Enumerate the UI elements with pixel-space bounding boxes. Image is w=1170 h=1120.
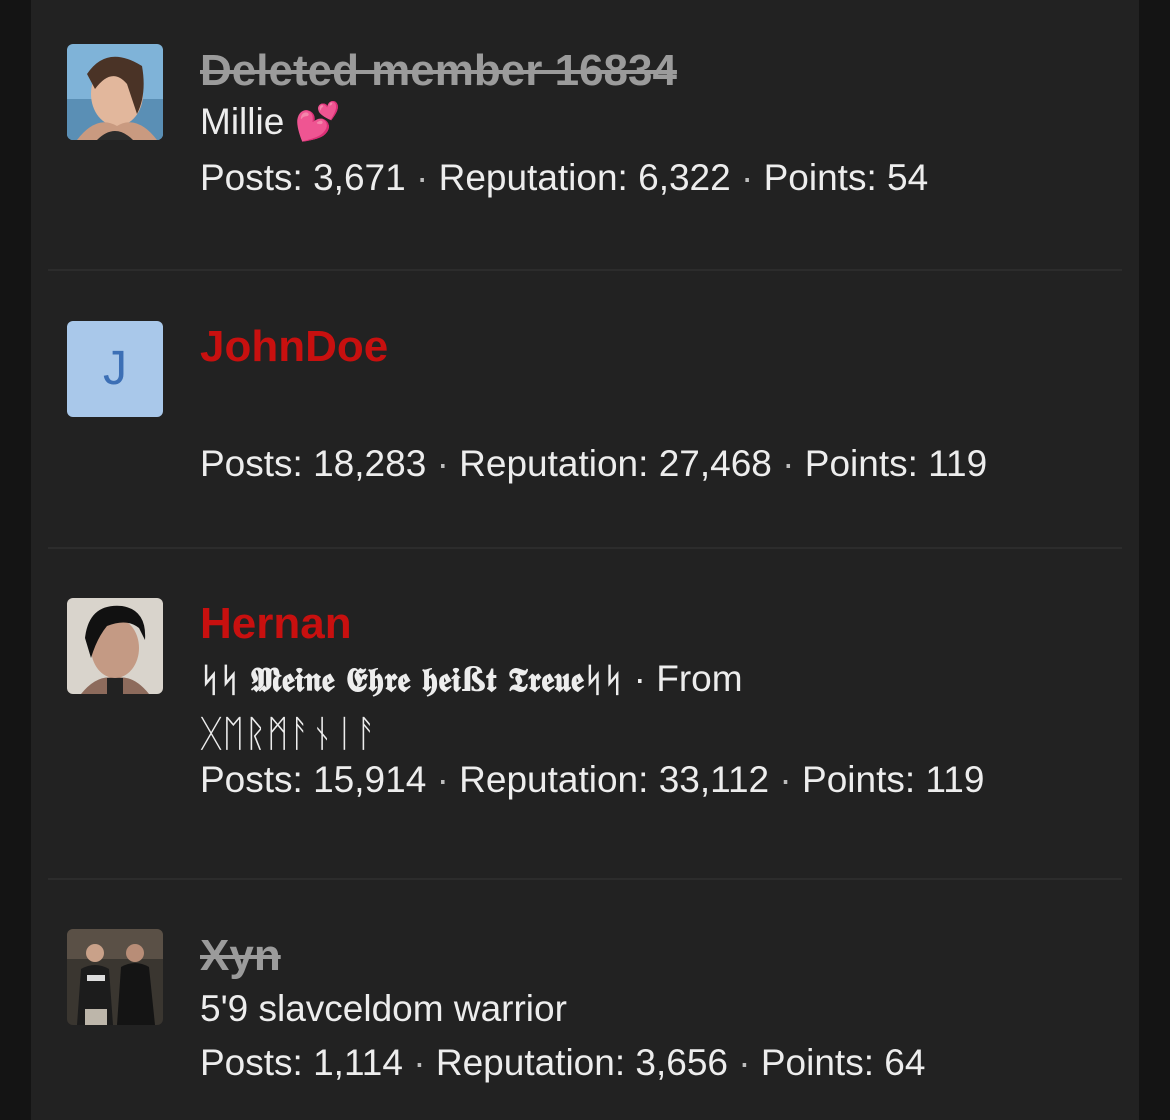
reputation-count: 27,468: [658, 443, 772, 484]
reputation-label: Reputation:: [459, 443, 649, 484]
member-title-from: · From: [623, 658, 743, 699]
avatar-photo-woman: [67, 44, 163, 140]
reputation-count: 6,322: [638, 157, 731, 198]
separator: ·: [436, 759, 449, 800]
avatar[interactable]: [67, 44, 163, 140]
posts-label: Posts:: [200, 157, 303, 198]
member-title: Millie 💕: [200, 101, 341, 142]
member-name[interactable]: Deleted member 16834: [200, 44, 928, 98]
points-label: Points:: [760, 1042, 874, 1083]
reputation-label: Reputation:: [435, 1042, 626, 1083]
posts-count: 18,283: [313, 443, 427, 484]
members-list: Deleted member 16834 Millie 💕 Posts: 3,6…: [31, 0, 1139, 1120]
member-location: ᚷᛖᚱᛗᚨᚾᛁᚨ: [200, 713, 378, 754]
points-count: 119: [925, 759, 985, 800]
separator: ·: [738, 1042, 751, 1083]
member-stats: Posts: 1,114 · Reputation: 3,656 · Point…: [200, 1041, 925, 1085]
avatar[interactable]: [67, 598, 163, 694]
posts-label: Posts:: [200, 443, 303, 484]
avatar[interactable]: J: [67, 321, 163, 417]
separator: ·: [782, 443, 795, 484]
separator: ·: [413, 1042, 426, 1083]
posts-label: Posts:: [200, 759, 303, 800]
points-count: 64: [884, 1042, 926, 1083]
reputation-label: Reputation:: [459, 759, 649, 800]
points-count: 54: [887, 157, 929, 198]
posts-label: Posts:: [200, 1042, 303, 1083]
member-title: [200, 374, 987, 418]
member-title: 5'9 slavceldom warrior: [200, 988, 567, 1029]
separator: ·: [741, 157, 754, 198]
avatar-photo-man: [67, 598, 163, 694]
avatar-photo-two-men: [67, 929, 163, 1025]
separator: ·: [779, 759, 792, 800]
member-title: ᛋᛋ 𝕸𝖊𝖎𝖓𝖊 𝕰𝖍𝖗𝖊 𝖍𝖊𝖎ß𝖙 𝕿𝖗𝖊𝖚𝖊ᛋᛋ · From: [200, 657, 984, 702]
posts-count: 1,114: [313, 1042, 403, 1083]
reputation-count: 3,656: [635, 1042, 728, 1083]
posts-count: 15,914: [313, 759, 427, 800]
points-label: Points:: [763, 157, 877, 198]
member-name[interactable]: Hernan: [200, 597, 984, 651]
points-label: Points:: [802, 759, 916, 800]
points-label: Points:: [804, 443, 918, 484]
member-name[interactable]: JohnDoe: [200, 320, 987, 374]
member-stats: Posts: 3,671 · Reputation: 6,322 · Point…: [200, 156, 928, 200]
reputation-count: 33,112: [658, 759, 770, 800]
member-name[interactable]: Xyn: [200, 929, 925, 983]
member-stats: Posts: 15,914 · Reputation: 33,112 · Poi…: [200, 758, 984, 802]
member-title-motto: ᛋᛋ 𝕸𝖊𝖎𝖓𝖊 𝕰𝖍𝖗𝖊 𝖍𝖊𝖎ß𝖙 𝕿𝖗𝖊𝖚𝖊ᛋᛋ: [200, 660, 624, 699]
posts-count: 3,671: [313, 157, 406, 198]
avatar[interactable]: [67, 929, 163, 1025]
separator: ·: [415, 157, 429, 198]
reputation-label: Reputation:: [438, 157, 628, 198]
member-stats: Posts: 18,283 · Reputation: 27,468 · Poi…: [200, 442, 987, 486]
separator: ·: [436, 443, 449, 484]
divider: [48, 269, 1122, 271]
divider: [48, 878, 1122, 880]
points-count: 119: [928, 443, 988, 484]
divider: [48, 547, 1122, 549]
avatar-letter: J: [103, 342, 127, 395]
